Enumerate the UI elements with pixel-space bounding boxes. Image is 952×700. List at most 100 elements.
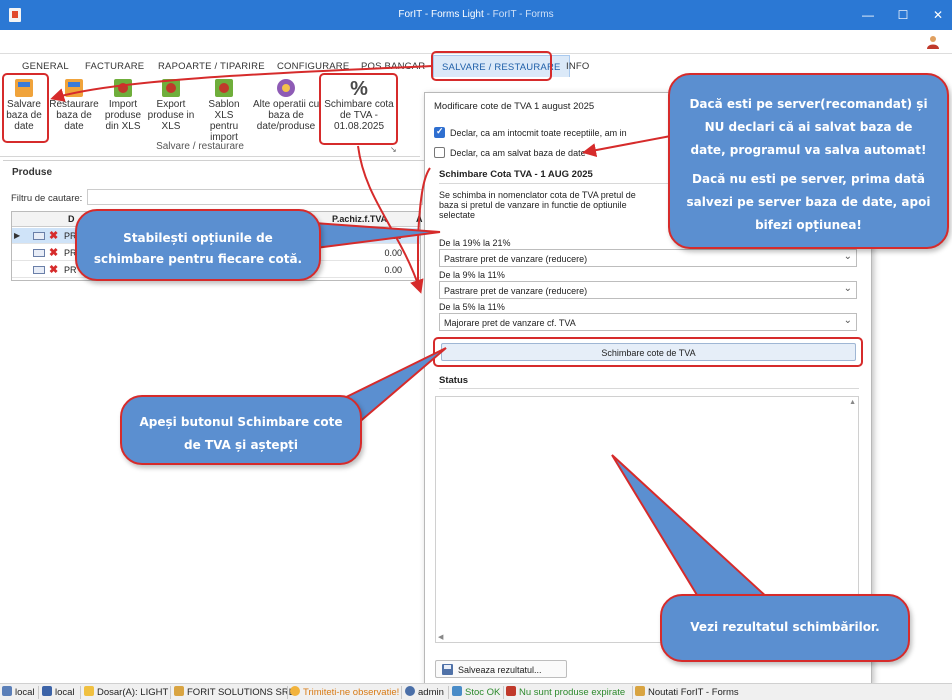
restore-database-button[interactable]: Restaurare baza de date [48,79,100,132]
rate-9-11-label: De la 9% la 11% [439,270,505,280]
status-feedback[interactable]: Trimiteti-ne observatie! [290,686,399,698]
status-text: Stoc OK [465,687,501,698]
divider [287,686,288,699]
export-xls-button[interactable]: Export produse in XLS [145,79,197,132]
label-line: produse [104,110,142,121]
label-line: date/produse [256,121,316,132]
status-dosar[interactable]: Dosar(A): LIGHT [84,686,168,698]
label-line: din XLS [105,121,141,132]
highlight-salvare-tab [431,51,552,81]
label-line: baza de [268,110,304,121]
status-text: Noutati ForIT - Forms [648,687,739,698]
import-xls-button[interactable]: Import produse din XLS [100,79,146,132]
title-bar: ForIT - Forms Light - ForIT - Forms — ☐ … [0,0,952,30]
edit-icon[interactable] [33,266,45,274]
status-news[interactable]: Noutati ForIT - Forms [635,686,739,698]
other-operations-button[interactable]: Alte operatii cu baza de date/produse [253,79,319,132]
minimize-button[interactable]: — [858,6,878,24]
status-bar: local local Dosar(A): LIGHT FORIT SOLUTI… [0,683,952,700]
gear-icon [277,79,295,97]
tab-facturare[interactable]: FACTURARE [85,61,144,72]
rate-19-21-label: De la 19% la 21% [439,238,511,248]
backup-declaration-checkbox[interactable] [434,147,445,158]
button-callout: Apeși butonul Schimbare cote de TVA și a… [120,395,362,465]
user-icon[interactable] [926,35,940,49]
status-stock[interactable]: Stoc OK [452,686,500,698]
row-price: 0.00 [384,265,402,275]
label-line: Export [156,99,186,110]
label-line: Import [108,99,138,110]
rate-19-21-select[interactable]: Pastrare pret de vanzare (reducere) ⌄ [439,249,857,267]
label-line: baza de [56,110,92,121]
filter-input[interactable] [87,189,423,205]
status-text: FORIT SOLUTIONS SRL [187,687,294,698]
status-text: local [15,687,35,698]
rate-5-11-value: Majorare pret de vanzare cf. TVA [444,318,576,328]
tab-general[interactable]: GENERAL [22,61,69,72]
status-text: Nu sunt produse expirate [519,687,626,698]
xls-template-button[interactable]: Sablon XLS pentru import [198,79,250,143]
company-icon [174,686,184,696]
delete-icon[interactable]: ✖ [49,229,58,242]
scroll-left-icon[interactable]: ◀ [438,633,443,641]
edit-icon[interactable] [33,249,45,257]
close-button[interactable]: ✕ [928,6,948,24]
status-text: Dosar(A): LIGHT [97,687,169,698]
options-callout: Stabilești opțiunile de schimbare pentru… [75,209,321,281]
smiley-icon [290,686,300,696]
divider [448,686,449,699]
status-company[interactable]: FORIT SOLUTIONS SRL [174,686,294,698]
save-result-button[interactable]: Salveaza rezultatul... [435,660,567,678]
tab-pos-bancar[interactable]: POS BANCAR [361,61,425,72]
receptions-declaration-checkbox[interactable] [434,126,445,138]
receptions-declaration-label: Declar, ca am intocmit toate receptiile,… [450,128,627,138]
chevron-down-icon: ⌄ [843,251,852,262]
folder-icon [84,686,94,696]
row-price: 0.00 [384,248,402,258]
status-text: Trimiteti-ne observatie! [303,687,400,698]
delete-icon[interactable]: ✖ [49,263,58,276]
status-divider [439,388,859,389]
app-window: ForIT - Forms Light - ForIT - Forms — ☐ … [0,0,952,700]
database-icon [42,686,52,696]
server-callout-p2: Dacă nu esti pe server, prima dată salve… [686,172,931,232]
status-user[interactable]: admin [405,686,444,698]
stock-icon [452,686,462,696]
chevron-down-icon: ⌄ [843,315,852,326]
database-restore-icon [65,79,83,97]
label-line: Restaurare [49,99,99,110]
tab-rapoarte[interactable]: RAPOARTE / TIPARIRE [158,61,265,72]
tab-configurare[interactable]: CONFIGURARE [277,61,349,72]
group-expand-icon[interactable]: ↘ [390,145,397,154]
rate-9-11-select[interactable]: Pastrare pret de vanzare (reducere) ⌄ [439,281,857,299]
column-header-a[interactable]: A [416,214,423,224]
scroll-up-icon[interactable]: ▲ [849,399,856,406]
result-callout: Vezi rezultatul schimbărilor. [660,594,910,662]
divider [503,686,504,699]
status-text: admin [418,687,444,698]
dialog-title: Modificare cote de TVA 1 august 2025 [434,101,595,112]
section-title: Schimbare Cota TVA - 1 AUG 2025 [439,169,593,180]
filter-label: Filtru de cautare: [11,193,83,204]
tab-info[interactable]: INFO [566,61,590,72]
delete-icon[interactable]: ✖ [49,246,58,259]
edit-icon[interactable] [33,232,45,240]
status-expired[interactable]: Nu sunt produse expirate [506,686,625,698]
status-local-1[interactable]: local [2,686,35,698]
server-callout-p1: Dacă esti pe server(recomandat) și NU de… [689,97,928,157]
rate-9-11-value: Pastrare pret de vanzare (reducere) [444,286,588,296]
computer-icon [2,686,12,696]
status-local-2[interactable]: local [42,686,75,698]
label-line: pentru [209,121,239,132]
rate-5-11-select[interactable]: Majorare pret de vanzare cf. TVA ⌄ [439,313,857,331]
maximize-button[interactable]: ☐ [893,6,913,24]
column-header-price[interactable]: P.achiz.f.TVA [332,214,387,224]
row-name: PR [64,265,77,275]
user-icon [405,686,415,696]
column-header-d[interactable]: D [68,214,75,224]
backup-declaration-label: Declar, ca am salvat baza de date [450,148,586,158]
products-title: Produse [12,167,53,178]
window-subtitle: ForIT - Forms [492,9,554,20]
label-line: Alte operatii cu [253,99,319,110]
status-text: local [55,687,75,698]
